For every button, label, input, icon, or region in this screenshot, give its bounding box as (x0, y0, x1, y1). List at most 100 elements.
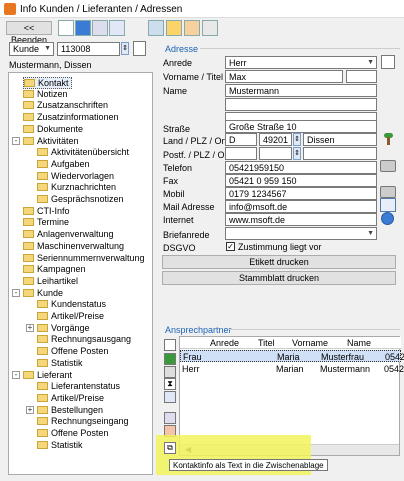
column-header-titel[interactable]: Titel (258, 338, 275, 348)
plz-spin-icon[interactable]: ⇕ (293, 133, 301, 146)
briefanrede-select[interactable]: ▼ (225, 227, 377, 240)
tree-item[interactable]: Dokumente (23, 124, 83, 134)
new-document-icon[interactable] (58, 20, 74, 36)
expand-icon[interactable]: + (26, 405, 34, 414)
tree-item[interactable]: Kunde (23, 288, 63, 298)
tree-item[interactable]: Zusatzinformationen (23, 112, 119, 122)
tree-item[interactable]: Aktivitätenübersicht (37, 147, 129, 157)
contact-card-icon[interactable] (148, 20, 164, 36)
column-header-name[interactable]: Name (347, 338, 371, 348)
collapse-icon[interactable]: - (12, 136, 20, 145)
customer-number-input[interactable]: 113008 (57, 42, 120, 56)
number-spin-icon[interactable]: ⇕ (121, 42, 129, 55)
folder-icon (23, 253, 34, 262)
tree-item[interactable]: Kurznachrichten (37, 182, 116, 192)
edit-icon[interactable] (184, 20, 200, 36)
globe-icon[interactable] (381, 212, 394, 225)
postf-plz-input[interactable] (259, 147, 292, 160)
row-cell-vorname: Marian (276, 364, 304, 374)
tree-item[interactable]: Leihartikel (23, 276, 78, 286)
dsgvo-checkbox[interactable]: ✓ (226, 242, 235, 251)
tree-item[interactable]: Statistik (37, 358, 83, 368)
plz-input[interactable]: 49201 (259, 133, 292, 146)
tree-item[interactable]: Kundenstatus (37, 299, 106, 309)
name-input[interactable]: Mustermann (225, 84, 377, 97)
tree-item[interactable]: Aufgaben (37, 159, 90, 169)
tree-item[interactable]: Gesprächsnotizen (37, 194, 124, 204)
collapse-icon[interactable]: - (12, 370, 20, 379)
window-title: Info Kunden / Lieferanten / Adressen (20, 4, 183, 15)
properties-icon[interactable] (202, 20, 218, 36)
copy-clipboard-icon[interactable]: ⧉ (164, 442, 176, 454)
tree-item[interactable]: Lieferant (23, 370, 72, 380)
tree-item[interactable]: Bestellungen (37, 405, 103, 415)
stammblatt-button[interactable]: Stammblatt drucken (162, 271, 396, 285)
tree-item[interactable]: Maschinenverwaltung (23, 241, 124, 251)
new-document-icon[interactable] (164, 339, 176, 351)
table-row[interactable]: Herr Marian Mustermann 0542 (180, 363, 404, 375)
delete-icon[interactable] (164, 366, 176, 378)
vorname-input[interactable]: Max (225, 70, 343, 83)
blank-page-icon[interactable] (381, 55, 395, 69)
postf-plz-spin-icon[interactable]: ⇕ (293, 147, 301, 160)
save-icon[interactable] (164, 353, 176, 365)
table-row[interactable]: Frau Maria Musterfrau 0542 (180, 350, 404, 362)
tree-item[interactable]: Rechnungsausgang (37, 334, 131, 344)
strasse-input[interactable]: Große Straße 10 (225, 120, 377, 133)
column-header-vorname[interactable]: Vorname (292, 338, 328, 348)
forward-icon[interactable] (109, 20, 125, 36)
mail-input[interactable]: info@msoft.de (225, 200, 377, 213)
list-icon[interactable] (92, 20, 108, 36)
mail-label: Mail Adresse (163, 202, 215, 212)
blank-page-icon[interactable] (133, 41, 146, 56)
ort-input[interactable]: Dissen (303, 133, 377, 146)
collapse-icon[interactable]: - (12, 288, 20, 297)
hourglass-icon[interactable]: ⧗ (164, 378, 176, 390)
person-icon[interactable] (166, 20, 182, 36)
column-header-anrede[interactable]: Anrede (210, 338, 239, 348)
tree-item[interactable]: Aktivitäten (23, 136, 79, 146)
tree-item[interactable]: Kampagnen (23, 264, 86, 274)
tree-item[interactable]: Lieferantenstatus (37, 381, 120, 391)
titel-input[interactable] (346, 70, 377, 83)
globe-icon[interactable] (75, 20, 91, 36)
mail-send-icon[interactable] (380, 198, 396, 212)
type-select[interactable]: Kunde ▼ (9, 42, 54, 56)
etikett-button[interactable]: Etikett drucken (162, 255, 396, 269)
list-icon[interactable] (164, 412, 176, 424)
internet-input[interactable]: www.msoft.de (225, 213, 377, 226)
tree-item[interactable]: Anlagenverwaltung (23, 229, 114, 239)
name2-input[interactable] (225, 98, 377, 111)
tree-item[interactable]: CTI-Info (23, 206, 70, 216)
expand-icon[interactable]: + (26, 323, 34, 332)
vorname-label: Vorname / Titel (163, 72, 224, 82)
tree-item[interactable]: Offene Posten (37, 346, 108, 356)
tree-item[interactable]: Kontakt (23, 77, 72, 89)
row-cell-name: Mustermann (320, 364, 371, 374)
tree-item[interactable]: Seriennummernverwaltung (23, 253, 145, 263)
tree-item[interactable]: Wiedervorlagen (37, 171, 114, 181)
telefon-input[interactable]: 05421959150 (225, 161, 377, 174)
fax-input[interactable]: 05421 0 959 150 (225, 174, 377, 187)
postf-ort-input[interactable] (303, 147, 377, 160)
back-button[interactable]: << Beenden (6, 21, 52, 45)
forward-icon[interactable] (164, 391, 176, 403)
phone-icon[interactable] (380, 160, 396, 172)
folder-icon (37, 405, 48, 414)
tree-item[interactable]: Notizen (23, 89, 68, 99)
phone-icon[interactable] (380, 186, 396, 198)
tree-item[interactable]: Rechnungseingang (37, 416, 129, 426)
tree-item[interactable]: Termine (23, 217, 69, 227)
tree-item[interactable]: Zusatzanschriften (23, 100, 108, 110)
tree-item[interactable]: Artikel/Preise (37, 311, 104, 321)
mobil-input[interactable]: 0179 1234567 (225, 187, 377, 200)
tree-item[interactable]: Vorgänge (37, 323, 90, 333)
tree-item[interactable]: Artikel/Preise (37, 393, 104, 403)
anrede-select[interactable]: Herr ▼ (225, 56, 377, 69)
folder-icon (23, 89, 34, 98)
land-input[interactable]: D (225, 133, 257, 146)
map-pin-icon[interactable] (381, 131, 395, 145)
tree-item[interactable]: Statistik (37, 440, 83, 450)
postf-input[interactable] (225, 147, 257, 160)
tree-item[interactable]: Offene Posten (37, 428, 108, 438)
